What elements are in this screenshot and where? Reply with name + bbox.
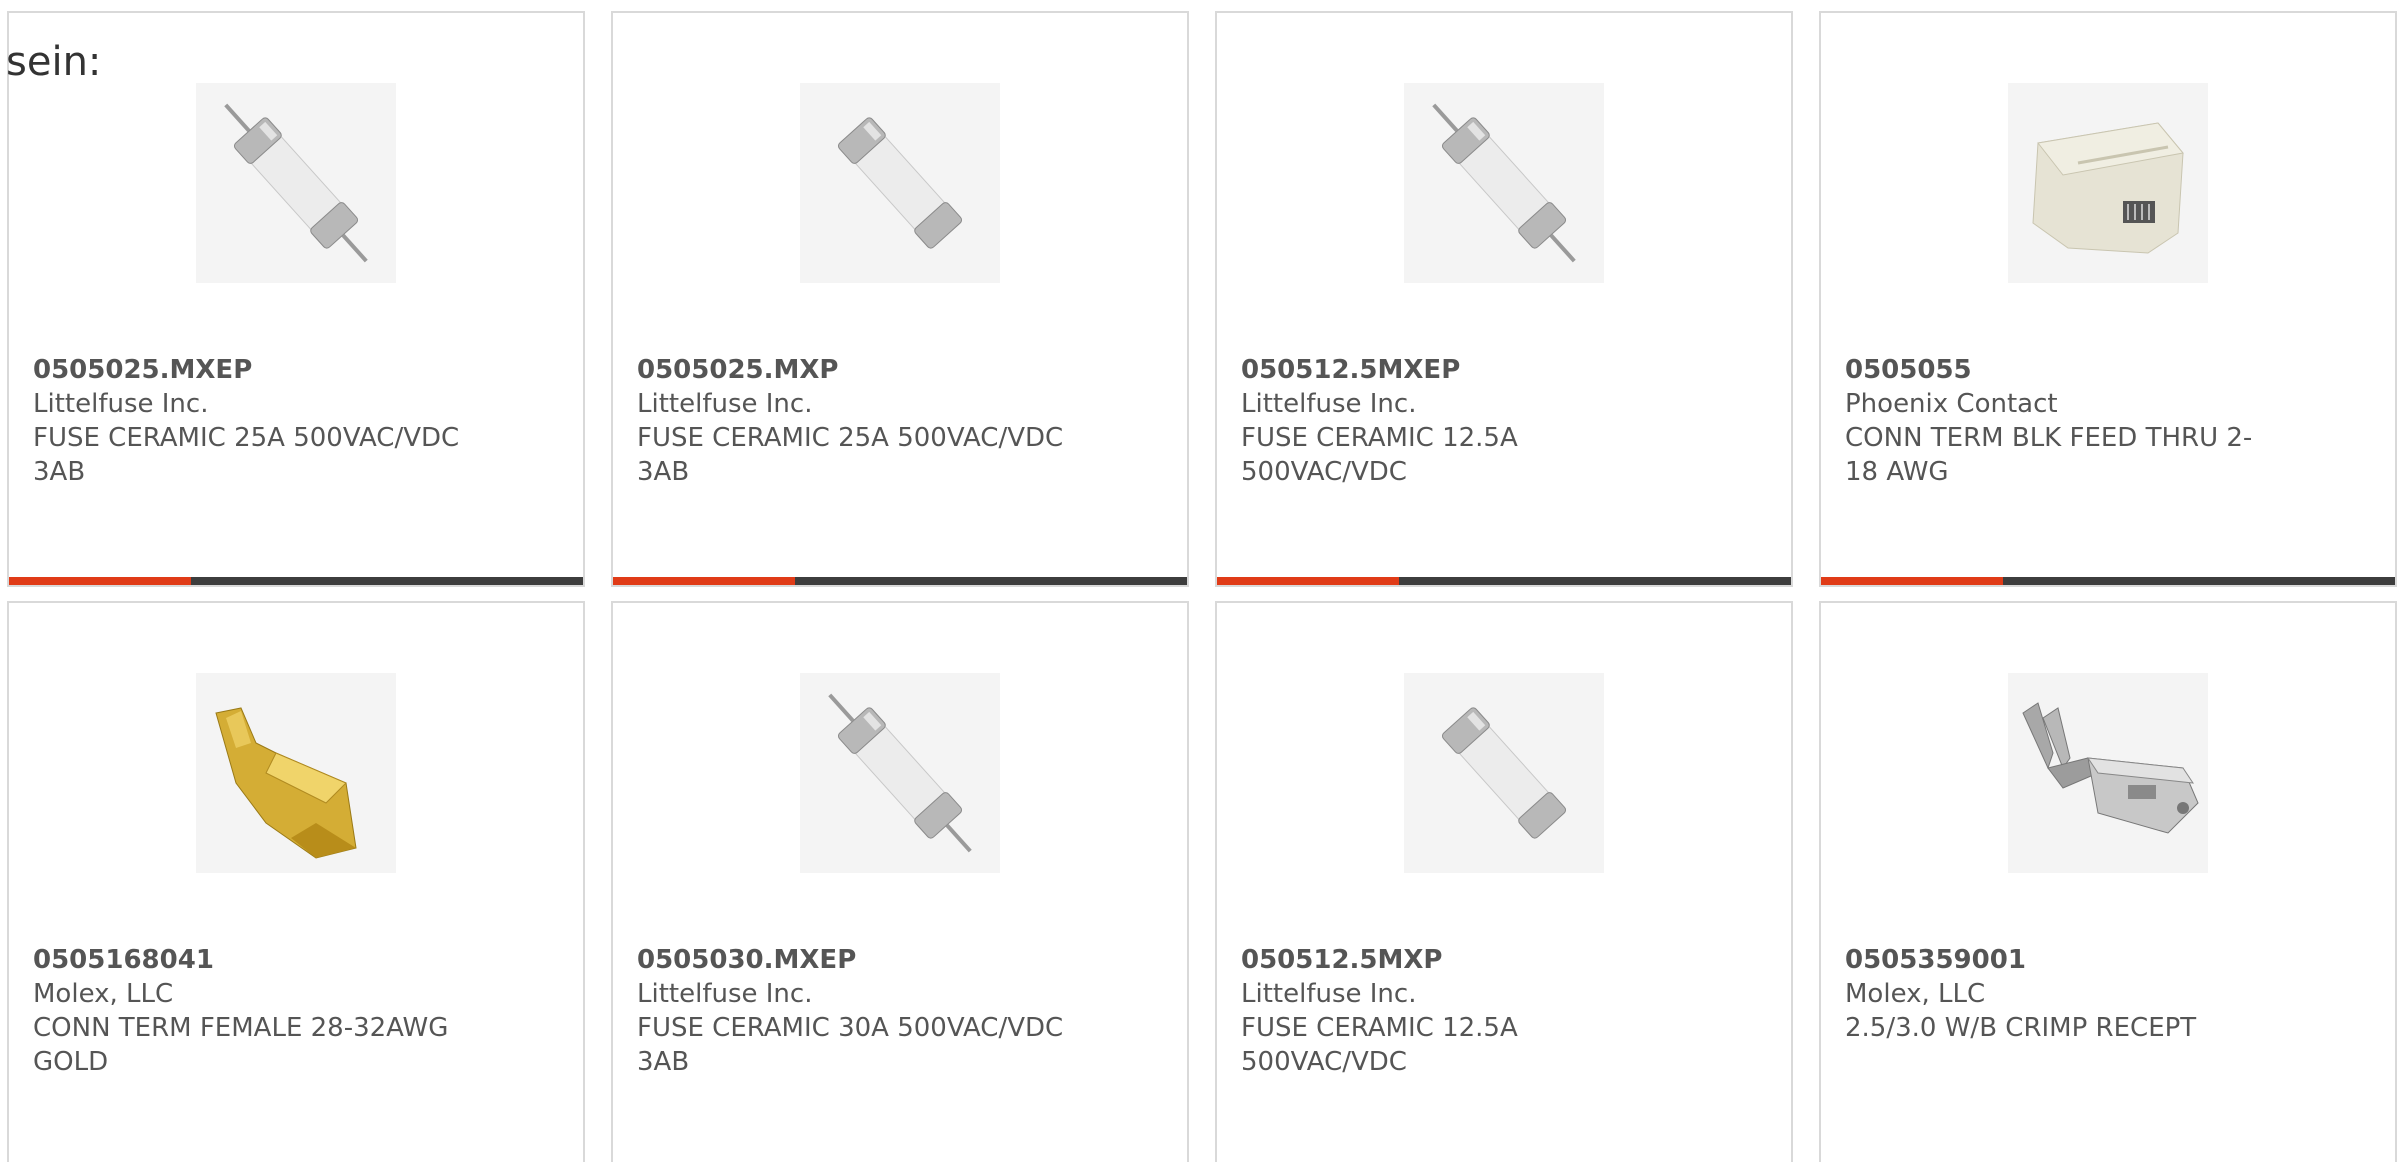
part-number[interactable]: 0505168041 bbox=[33, 943, 473, 977]
product-card[interactable]: 050512.5MXP Littelfuse Inc. FUSE CERAMIC… bbox=[1215, 601, 1793, 1162]
description: 2.5/3.0 W/B CRIMP RECEPT bbox=[1845, 1013, 2197, 1043]
description: CONN TERM FEMALE 28-32AWG GOLD bbox=[33, 1013, 449, 1077]
crimp-receptacle-icon bbox=[2022, 702, 2199, 834]
card-bottom-bar bbox=[1217, 577, 1791, 585]
product-image[interactable] bbox=[1404, 83, 1604, 283]
card-bottom-bar bbox=[9, 577, 583, 585]
description: CONN TERM BLK FEED THRU 2-18 AWG bbox=[1845, 423, 2253, 487]
product-image[interactable] bbox=[196, 83, 396, 283]
product-card[interactable]: 0505025.MXEP Littelfuse Inc. FUSE CERAMI… bbox=[7, 11, 585, 587]
product-card[interactable]: 050512.5MXEP Littelfuse Inc. FUSE CERAMI… bbox=[1215, 11, 1793, 587]
manufacturer: Molex, LLC bbox=[1845, 979, 1986, 1009]
product-info: 0505025.MXP Littelfuse Inc. FUSE CERAMIC… bbox=[637, 353, 1077, 489]
product-info: 0505055 Phoenix Contact CONN TERM BLK FE… bbox=[1845, 353, 2285, 489]
product-grid-page: sein: 0505025.MXEP Littelfuse Inc. FUSE … bbox=[0, 0, 2400, 1162]
manufacturer: Littelfuse Inc. bbox=[33, 389, 209, 419]
fuse-cartridge-icon bbox=[837, 117, 963, 249]
card-bottom-bar bbox=[1821, 577, 2395, 585]
product-info: 0505168041 Molex, LLC CONN TERM FEMALE 2… bbox=[33, 943, 473, 1079]
gold-crimp-terminal-icon bbox=[215, 707, 357, 859]
product-info: 0505359001 Molex, LLC 2.5/3.0 W/B CRIMP … bbox=[1845, 943, 2285, 1045]
description: FUSE CERAMIC 25A 500VAC/VDC 3AB bbox=[33, 423, 460, 487]
product-image[interactable] bbox=[196, 673, 396, 873]
card-accent-bar bbox=[1217, 577, 1399, 585]
product-card[interactable]: 0505025.MXP Littelfuse Inc. FUSE CERAMIC… bbox=[611, 11, 1189, 587]
manufacturer: Littelfuse Inc. bbox=[637, 979, 813, 1009]
manufacturer: Molex, LLC bbox=[33, 979, 174, 1009]
part-number[interactable]: 0505025.MXEP bbox=[33, 353, 473, 387]
product-image[interactable] bbox=[2008, 83, 2208, 283]
product-info: 050512.5MXP Littelfuse Inc. FUSE CERAMIC… bbox=[1241, 943, 1681, 1079]
product-card[interactable]: 0505055 Phoenix Contact CONN TERM BLK FE… bbox=[1819, 11, 2397, 587]
part-number[interactable]: 050512.5MXP bbox=[1241, 943, 1681, 977]
product-card[interactable]: 0505359001 Molex, LLC 2.5/3.0 W/B CRIMP … bbox=[1819, 601, 2397, 1162]
product-image[interactable] bbox=[800, 83, 1000, 283]
description: FUSE CERAMIC 12.5A 500VAC/VDC bbox=[1241, 1013, 1518, 1077]
description: FUSE CERAMIC 30A 500VAC/VDC 3AB bbox=[637, 1013, 1064, 1077]
product-info: 0505025.MXEP Littelfuse Inc. FUSE CERAMI… bbox=[33, 353, 473, 489]
manufacturer: Phoenix Contact bbox=[1845, 389, 2058, 419]
fuse-cartridge-icon bbox=[1441, 707, 1567, 839]
part-number[interactable]: 0505030.MXEP bbox=[637, 943, 1077, 977]
fuse-axial-icon bbox=[1432, 103, 1576, 263]
product-info: 0505030.MXEP Littelfuse Inc. FUSE CERAMI… bbox=[637, 943, 1077, 1079]
manufacturer: Littelfuse Inc. bbox=[637, 389, 813, 419]
product-info: 050512.5MXEP Littelfuse Inc. FUSE CERAMI… bbox=[1241, 353, 1681, 489]
part-number[interactable]: 0505055 bbox=[1845, 353, 2285, 387]
description: FUSE CERAMIC 12.5A 500VAC/VDC bbox=[1241, 423, 1518, 487]
part-number[interactable]: 050512.5MXEP bbox=[1241, 353, 1681, 387]
part-number[interactable]: 0505025.MXP bbox=[637, 353, 1077, 387]
part-number[interactable]: 0505359001 bbox=[1845, 943, 2285, 977]
fuse-axial-icon bbox=[224, 103, 368, 263]
manufacturer: Littelfuse Inc. bbox=[1241, 389, 1417, 419]
card-bottom-bar bbox=[613, 577, 1187, 585]
manufacturer: Littelfuse Inc. bbox=[1241, 979, 1417, 1009]
product-image[interactable] bbox=[1404, 673, 1604, 873]
product-image[interactable] bbox=[2008, 673, 2208, 873]
product-card[interactable]: 0505030.MXEP Littelfuse Inc. FUSE CERAMI… bbox=[611, 601, 1189, 1162]
card-accent-bar bbox=[1821, 577, 2003, 585]
card-accent-bar bbox=[613, 577, 795, 585]
lead-text: sein: bbox=[6, 39, 102, 85]
product-card[interactable]: 0505168041 Molex, LLC CONN TERM FEMALE 2… bbox=[7, 601, 585, 1162]
product-image[interactable] bbox=[800, 673, 1000, 873]
description: FUSE CERAMIC 25A 500VAC/VDC 3AB bbox=[637, 423, 1064, 487]
fuse-axial-icon bbox=[828, 693, 972, 853]
card-accent-bar bbox=[9, 577, 191, 585]
terminal-block-icon bbox=[2032, 122, 2184, 254]
